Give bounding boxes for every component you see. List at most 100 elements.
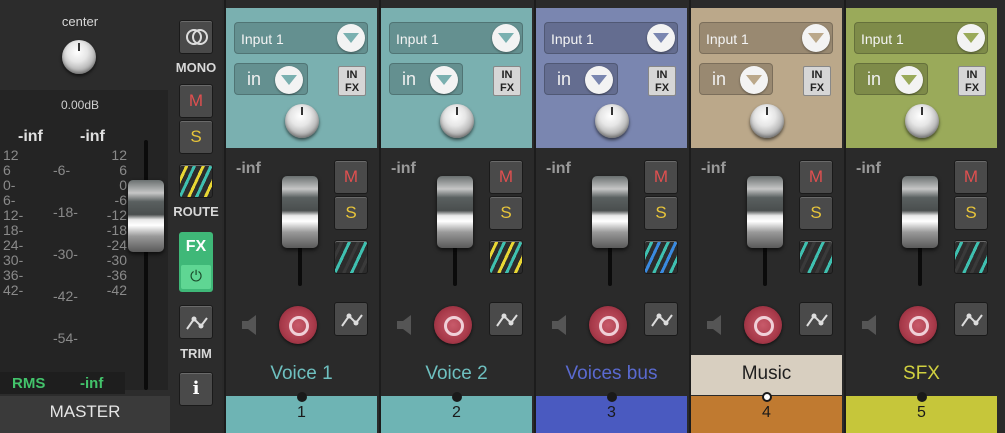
- input-monitor-select[interactable]: in: [234, 63, 308, 95]
- track-number[interactable]: 4: [691, 392, 842, 433]
- envelope-button[interactable]: [644, 302, 678, 336]
- envelope-button[interactable]: [489, 302, 523, 336]
- track-number[interactable]: 5: [846, 392, 997, 433]
- speaker-icon[interactable]: [395, 312, 415, 338]
- track-route-button[interactable]: [954, 240, 988, 274]
- input-monitor-select[interactable]: in: [854, 63, 928, 95]
- master-fx-button[interactable]: FX: [179, 238, 213, 256]
- input-monitor-select[interactable]: in: [389, 63, 463, 95]
- track-name[interactable]: SFX: [846, 355, 997, 395]
- chevron-down-icon[interactable]: [647, 24, 675, 52]
- envelope-button[interactable]: [799, 302, 833, 336]
- pan-knob[interactable]: [905, 104, 939, 138]
- trim-envelope-button[interactable]: [179, 305, 213, 339]
- track-folder-dot[interactable]: [607, 392, 617, 402]
- chevron-down-icon[interactable]: [957, 24, 985, 52]
- rms-readout[interactable]: RMS -inf: [0, 372, 125, 394]
- track-mute-button[interactable]: M: [954, 160, 988, 194]
- track-name[interactable]: Voices bus: [536, 355, 687, 395]
- track-solo-button[interactable]: S: [954, 196, 988, 230]
- track-fader-cap[interactable]: [747, 176, 783, 248]
- track-volume-readout[interactable]: -inf: [236, 160, 261, 178]
- track-solo-button[interactable]: S: [799, 196, 833, 230]
- track-number[interactable]: 2: [381, 392, 532, 433]
- speaker-icon[interactable]: [860, 312, 880, 338]
- mono-button[interactable]: [179, 20, 213, 54]
- track-mute-button[interactable]: M: [644, 160, 678, 194]
- input-select[interactable]: Input 1: [699, 22, 833, 54]
- track-volume-readout[interactable]: -inf: [546, 160, 571, 178]
- track-route-button[interactable]: [799, 240, 833, 274]
- track-mute-button[interactable]: M: [334, 160, 368, 194]
- track-solo-button[interactable]: S: [489, 196, 523, 230]
- track-mute-button[interactable]: M: [799, 160, 833, 194]
- chevron-down-icon[interactable]: [275, 66, 303, 94]
- input-fx-button[interactable]: IN FX: [493, 66, 521, 96]
- input-select[interactable]: Input 1: [234, 22, 368, 54]
- record-arm-button[interactable]: [744, 306, 782, 344]
- track-route-button[interactable]: [644, 240, 678, 274]
- track-volume-readout[interactable]: -inf: [856, 160, 881, 178]
- record-arm-button[interactable]: [279, 306, 317, 344]
- track-name[interactable]: Music: [691, 355, 842, 395]
- chevron-down-icon[interactable]: [430, 66, 458, 94]
- chevron-down-icon[interactable]: [895, 66, 923, 94]
- speaker-icon[interactable]: [705, 312, 725, 338]
- input-monitor-select[interactable]: in: [544, 63, 618, 95]
- master-fader-track[interactable]: [144, 140, 148, 390]
- track-folder-dot[interactable]: [917, 392, 927, 402]
- master-pan-knob[interactable]: [62, 40, 96, 74]
- info-button[interactable]: i: [179, 372, 213, 406]
- input-select[interactable]: Input 1: [544, 22, 678, 54]
- pan-knob[interactable]: [285, 104, 319, 138]
- track-route-button[interactable]: [489, 240, 523, 274]
- input-fx-button[interactable]: IN FX: [338, 66, 366, 96]
- track-volume-readout[interactable]: -inf: [701, 160, 726, 178]
- chevron-down-icon[interactable]: [337, 24, 365, 52]
- chevron-down-icon[interactable]: [492, 24, 520, 52]
- input-fx-button[interactable]: IN FX: [803, 66, 831, 96]
- input-select[interactable]: Input 1: [854, 22, 988, 54]
- master-name-label[interactable]: MASTER: [0, 396, 170, 433]
- chevron-down-icon[interactable]: [585, 66, 613, 94]
- track-solo-button[interactable]: S: [644, 196, 678, 230]
- track-mute-button[interactable]: M: [489, 160, 523, 194]
- chevron-down-icon[interactable]: [802, 24, 830, 52]
- peak-left[interactable]: -inf: [18, 128, 43, 146]
- input-select[interactable]: Input 1: [389, 22, 523, 54]
- track-name[interactable]: Voice 2: [381, 355, 532, 395]
- speaker-icon[interactable]: [240, 312, 260, 338]
- track-number[interactable]: 3: [536, 392, 687, 433]
- track-name[interactable]: Voice 1: [226, 355, 377, 395]
- track-number[interactable]: 1: [226, 392, 377, 433]
- track-volume-readout[interactable]: -inf: [391, 160, 416, 178]
- speaker-icon[interactable]: [550, 312, 570, 338]
- track-folder-dot[interactable]: [452, 392, 462, 402]
- track-folder-dot[interactable]: [762, 392, 772, 402]
- fx-power-icon[interactable]: ⏻: [181, 265, 211, 289]
- master-fader-cap[interactable]: [128, 180, 164, 252]
- track-folder-dot[interactable]: [297, 392, 307, 402]
- input-fx-button[interactable]: IN FX: [648, 66, 676, 96]
- envelope-button[interactable]: [954, 302, 988, 336]
- master-route-button[interactable]: [179, 164, 213, 198]
- track-route-button[interactable]: [334, 240, 368, 274]
- track-fader-cap[interactable]: [902, 176, 938, 248]
- envelope-button[interactable]: [334, 302, 368, 336]
- pan-knob[interactable]: [595, 104, 629, 138]
- input-fx-button[interactable]: IN FX: [958, 66, 986, 96]
- master-mute-button[interactable]: M: [179, 84, 213, 118]
- master-volume-readout[interactable]: 0.00dB: [0, 98, 160, 112]
- peak-right[interactable]: -inf: [80, 128, 105, 146]
- record-arm-button[interactable]: [434, 306, 472, 344]
- chevron-down-icon[interactable]: [740, 66, 768, 94]
- input-monitor-select[interactable]: in: [699, 63, 773, 95]
- track-fader-cap[interactable]: [592, 176, 628, 248]
- pan-knob[interactable]: [750, 104, 784, 138]
- master-solo-button[interactable]: S: [179, 120, 213, 154]
- pan-knob[interactable]: [440, 104, 474, 138]
- track-fader-cap[interactable]: [437, 176, 473, 248]
- record-arm-button[interactable]: [589, 306, 627, 344]
- track-solo-button[interactable]: S: [334, 196, 368, 230]
- track-fader-cap[interactable]: [282, 176, 318, 248]
